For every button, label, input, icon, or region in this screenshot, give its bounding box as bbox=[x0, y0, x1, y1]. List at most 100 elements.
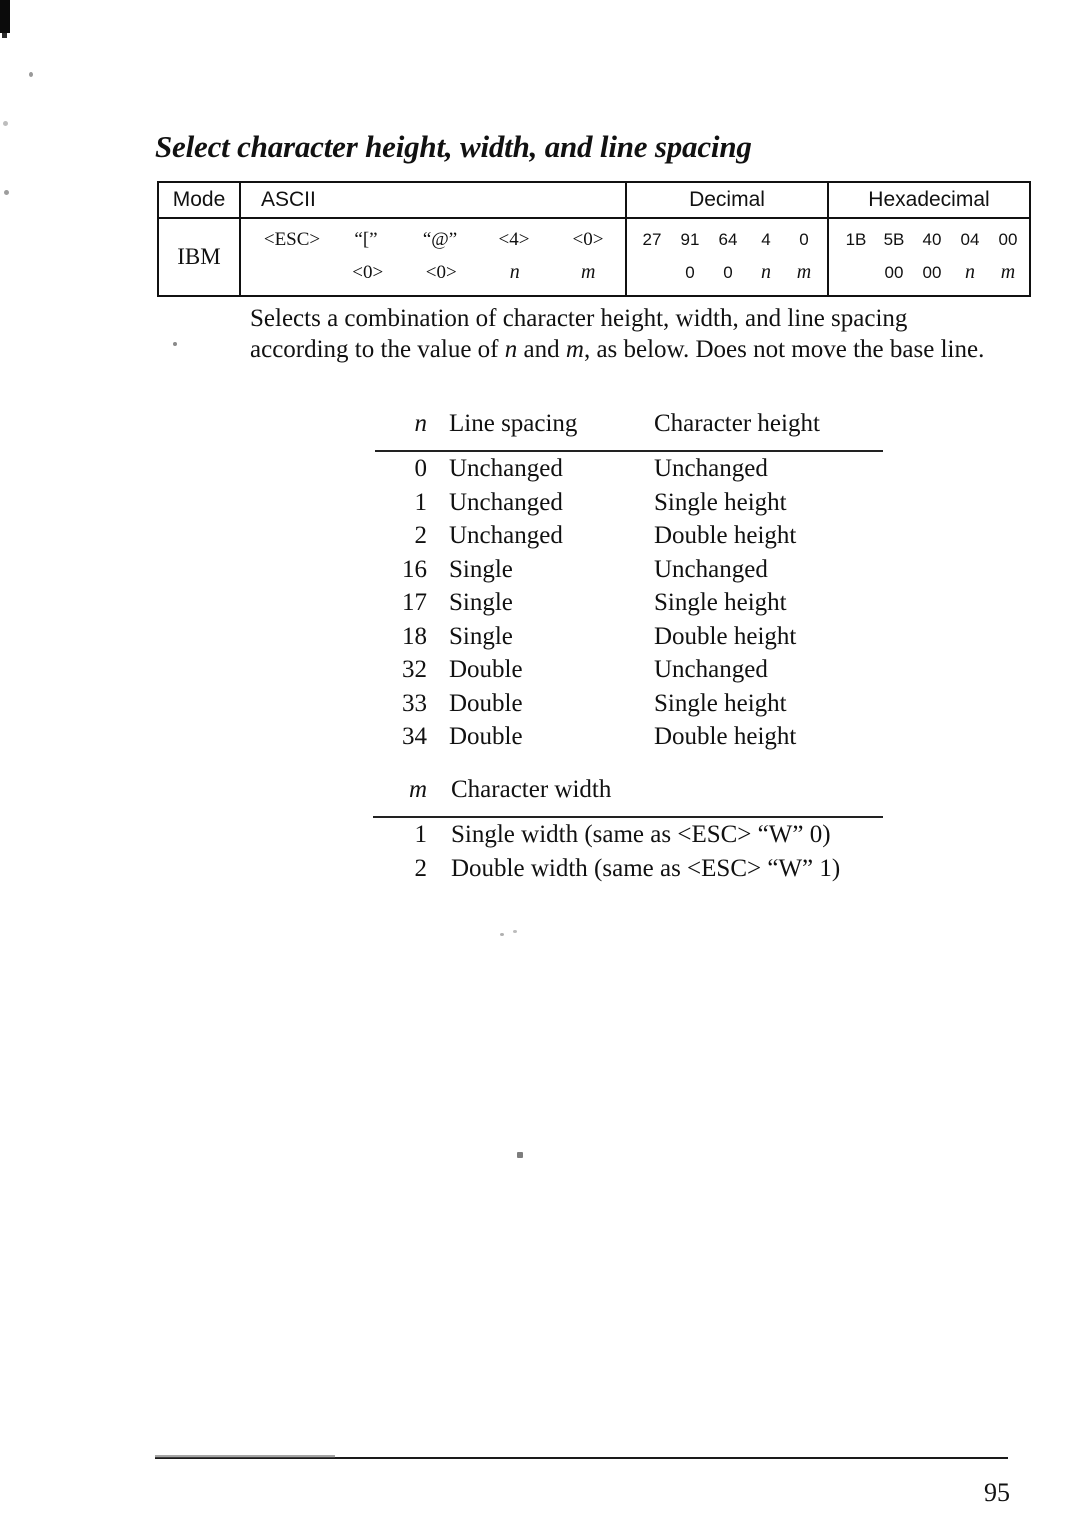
n-value: 17 bbox=[402, 589, 427, 616]
decimal-token: 64 bbox=[718, 230, 738, 249]
hex-token: 1B bbox=[845, 230, 867, 249]
hex-line-2: 00 00 n m bbox=[829, 257, 1029, 289]
n-value: 34 bbox=[402, 723, 427, 750]
table-row: 33 Double Single height bbox=[375, 690, 883, 724]
n-table-rule bbox=[375, 450, 883, 452]
line-spacing: Single bbox=[449, 622, 513, 650]
m-header-key: m bbox=[408, 776, 427, 803]
character-width: Single width (same as <ESC> “W” 0) bbox=[451, 821, 831, 848]
header-mode: Mode bbox=[157, 181, 241, 219]
character-height: Single height bbox=[654, 689, 787, 717]
n-value: 18 bbox=[402, 622, 427, 650]
line-spacing: Double bbox=[449, 656, 523, 683]
character-height: Unchanged bbox=[654, 555, 768, 583]
hex-token: 04 bbox=[960, 230, 980, 249]
n-header-col2: Line spacing bbox=[449, 410, 578, 437]
table-row: 2 Unchanged Double height bbox=[375, 522, 883, 556]
table-header-row: Mode ASCII Decimal Hexadecimal bbox=[157, 181, 1031, 219]
page-number: 95 bbox=[984, 1478, 1010, 1507]
line-spacing: Unchanged bbox=[449, 455, 563, 482]
table-row: 0 Unchanged Unchanged bbox=[375, 455, 883, 489]
decimal-token: 91 bbox=[680, 230, 700, 249]
variable-m: m bbox=[565, 336, 584, 363]
ascii-token: “[” bbox=[354, 229, 378, 250]
hex-line-1: 1B 5B 40 04 00 bbox=[829, 225, 1029, 257]
description-line-2a: according to the value of bbox=[250, 336, 505, 363]
table-row: 32 Double Unchanged bbox=[375, 656, 883, 690]
character-width: Double width (same as <ESC> “W” 1) bbox=[451, 854, 841, 882]
table-row: IBM <ESC> “[” “@” <4> <0> <0> <0> n m 27… bbox=[157, 217, 1031, 297]
hex-token: 00 bbox=[998, 230, 1018, 249]
ascii-line-2: <0> <0> n m bbox=[241, 257, 625, 289]
m-value-table: m Character width 1 Single width (same a… bbox=[373, 776, 883, 888]
table-row: 34 Double Double height bbox=[375, 723, 883, 757]
cell-mode: IBM bbox=[157, 217, 241, 297]
hex-token-m: m bbox=[1000, 261, 1016, 283]
table-row: 1 Unchanged Single height bbox=[375, 489, 883, 523]
decimal-token-m: m bbox=[796, 261, 812, 283]
decimal-token: 27 bbox=[642, 230, 662, 249]
table-row: 1 Single width (same as <ESC> “W” 0) bbox=[373, 821, 883, 855]
decimal-line-2: 0 0 n m bbox=[627, 257, 827, 289]
m-table-header-row: m Character width bbox=[373, 776, 883, 812]
header-ascii: ASCII bbox=[239, 181, 627, 219]
ascii-token: <0> bbox=[352, 262, 384, 283]
command-reference-table: Mode ASCII Decimal Hexadecimal IBM <ESC>… bbox=[157, 181, 1031, 297]
n-value: 32 bbox=[402, 656, 427, 683]
n-value-table: n Line spacing Character height 0 Unchan… bbox=[375, 410, 883, 757]
character-height: Double height bbox=[654, 522, 797, 549]
n-value: 33 bbox=[402, 689, 427, 717]
hex-token: 5B bbox=[883, 230, 905, 249]
line-spacing: Unchanged bbox=[449, 522, 563, 549]
character-height: Single height bbox=[654, 589, 787, 616]
cell-ascii: <ESC> “[” “@” <4> <0> <0> <0> n m bbox=[239, 217, 627, 297]
cell-hexadecimal: 1B 5B 40 04 00 00 00 n m bbox=[827, 217, 1031, 297]
character-height: Single height bbox=[654, 488, 787, 516]
line-spacing: Single bbox=[449, 555, 513, 583]
m-value: 2 bbox=[414, 854, 428, 882]
scan-speck bbox=[4, 190, 9, 195]
description-line-2b: and bbox=[517, 336, 566, 363]
scan-edge-artifact bbox=[0, 0, 10, 33]
description-line-2c: , as below. Does not move the base bbox=[583, 336, 935, 363]
ascii-token: <4> bbox=[498, 229, 530, 250]
scan-speck bbox=[500, 933, 504, 936]
decimal-token: 4 bbox=[761, 230, 771, 249]
scan-speck bbox=[3, 121, 8, 126]
scan-edge-artifact-tail bbox=[2, 33, 7, 38]
n-header-key: n bbox=[414, 410, 428, 437]
n-value: 1 bbox=[414, 488, 428, 516]
cell-decimal: 27 91 64 4 0 0 0 n m bbox=[625, 217, 829, 297]
scan-speck bbox=[513, 930, 517, 933]
n-value: 0 bbox=[414, 455, 428, 482]
ascii-token-m: m bbox=[581, 261, 596, 283]
ascii-token: <ESC> bbox=[263, 229, 321, 250]
hex-token: 00 bbox=[922, 263, 942, 282]
line-spacing: Double bbox=[449, 689, 523, 717]
ascii-token-n: n bbox=[509, 261, 520, 283]
character-height: Unchanged bbox=[654, 455, 768, 482]
character-height: Double height bbox=[654, 723, 797, 750]
decimal-token-n: n bbox=[761, 261, 771, 283]
description-line-3: line. bbox=[940, 336, 985, 363]
decimal-token: 0 bbox=[799, 230, 809, 249]
hex-token-n: n bbox=[965, 261, 975, 283]
ascii-token: <0> bbox=[572, 229, 604, 250]
m-table-rule bbox=[373, 816, 883, 818]
line-spacing: Double bbox=[449, 723, 523, 750]
description-line-1: Selects a combination of character heigh… bbox=[250, 305, 908, 332]
table-row: 2 Double width (same as <ESC> “W” 1) bbox=[373, 855, 883, 889]
footer-rule-smudge bbox=[155, 1455, 335, 1458]
n-value: 2 bbox=[414, 522, 428, 549]
table-row: 16 Single Unchanged bbox=[375, 556, 883, 590]
header-decimal: Decimal bbox=[625, 181, 829, 219]
decimal-token: 0 bbox=[723, 263, 733, 282]
ascii-token: “@” bbox=[422, 229, 458, 250]
m-header-col2: Character width bbox=[451, 776, 612, 803]
decimal-token: 0 bbox=[685, 263, 695, 282]
line-spacing: Single bbox=[449, 589, 513, 616]
scan-speck bbox=[29, 72, 33, 77]
m-value: 1 bbox=[414, 821, 428, 848]
header-hexadecimal: Hexadecimal bbox=[827, 181, 1031, 219]
hex-token: 00 bbox=[884, 263, 904, 282]
